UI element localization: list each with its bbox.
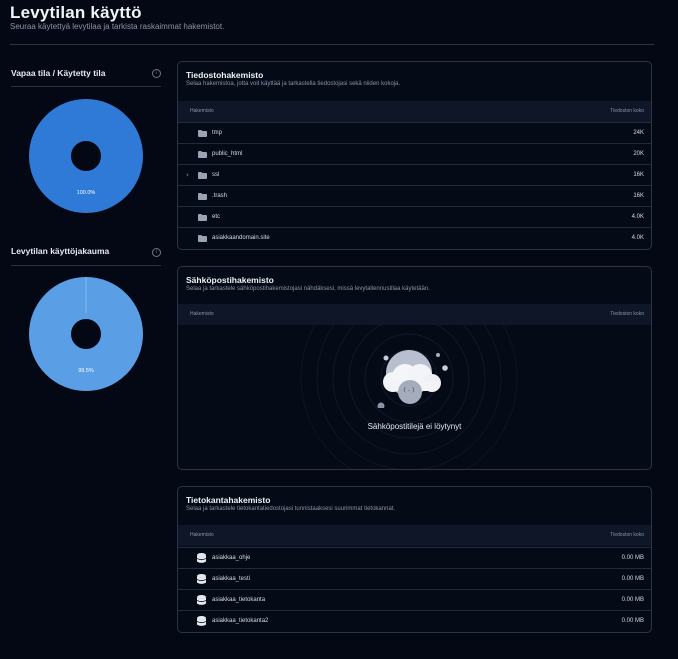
folder-icon — [198, 214, 207, 221]
cloud-empty-icon — [377, 350, 448, 408]
directory-name: tmp — [212, 130, 223, 136]
database-name: asiakkaa_tietokanta2 — [212, 618, 269, 624]
database-name: asiakkaa_ohje — [212, 555, 251, 561]
distribution-title: Levytilan käyttöjakauma — [11, 246, 110, 256]
column-header-directory[interactable]: Hakemisto — [190, 311, 214, 317]
email-directory-title: Sähköpostihakemisto — [186, 275, 274, 285]
directory-name: .trash — [212, 193, 228, 199]
free-used-title: Vapaa tila / Käytetty tila — [11, 68, 106, 78]
folder-icon — [198, 130, 207, 137]
chevron-right-icon[interactable]: › — [186, 171, 189, 179]
column-header-directory[interactable]: Hakemisto — [190, 532, 214, 538]
database-directory-title: Tietokantahakemisto — [186, 495, 271, 505]
file-size: 16K — [633, 193, 644, 199]
database-table-header: Hakemisto Tiedoston koko — [178, 525, 651, 546]
directory-name: etc — [212, 214, 221, 220]
table-row[interactable]: asiakkaandomain.site 4.0K — [178, 227, 651, 249]
folder-icon — [198, 151, 207, 158]
column-header-file-size[interactable]: Tiedoston koko — [610, 311, 644, 317]
file-directory-card: Tiedostohakemisto Selaa hakemistoa, jott… — [177, 61, 652, 250]
table-row[interactable]: tmp 24K — [178, 122, 651, 144]
file-table-header: Hakemisto Tiedoston koko — [178, 101, 651, 122]
page-title: Levytilan käyttö — [10, 3, 142, 22]
free-used-percent-label: 100.0% — [76, 190, 96, 196]
info-icon[interactable]: i — [152, 69, 161, 78]
table-row[interactable]: .trash 16K — [178, 185, 651, 207]
file-directory-title: Tiedostohakemisto — [186, 70, 264, 80]
file-size: 4.0K — [631, 235, 644, 241]
distribution-percent-label: 99.5% — [78, 368, 94, 374]
file-size: 16K — [633, 172, 644, 178]
table-row[interactable]: asiakkaa_ohje 0.00 MB — [178, 547, 651, 569]
database-icon — [197, 574, 206, 584]
distribution-divider — [11, 265, 161, 266]
file-directory-subtitle: Selaa hakemistoa, jotta voit käyttää ja … — [186, 81, 401, 87]
file-size: 0.00 MB — [621, 555, 644, 561]
info-icon[interactable]: i — [152, 248, 161, 257]
table-row[interactable]: etc 4.0K — [178, 206, 651, 228]
email-directory-subtitle: Selaa ja tarkastele sähköpostihakemistoj… — [186, 286, 430, 292]
file-size: 24K — [633, 130, 644, 136]
table-row[interactable]: public_html 20K — [178, 143, 651, 165]
file-size: 0.00 MB — [621, 618, 644, 624]
page-subtitle: Seuraa käytettyä levytilaa ja tarkista r… — [10, 22, 225, 31]
folder-icon — [198, 235, 207, 242]
table-row[interactable]: › ssl 16K — [178, 164, 651, 186]
empty-face: ( - ) — [403, 387, 415, 394]
database-name: asiakkaa_tietokanta — [212, 597, 266, 603]
database-name: asiakkaa_testi — [212, 576, 251, 582]
directory-name: public_html — [212, 151, 243, 157]
email-directory-card: Sähköpostihakemisto Selaa ja tarkastele … — [177, 266, 652, 470]
database-directory-card: Tietokantahakemisto Selaa ja tarkastele … — [177, 486, 652, 633]
directory-name: asiakkaandomain.site — [212, 235, 270, 241]
column-header-directory[interactable]: Hakemisto — [190, 108, 214, 114]
empty-state-message: Sähköpostitilejä ei löytynyt — [367, 422, 462, 431]
database-icon — [197, 595, 206, 605]
table-row[interactable]: asiakkaa_testi 0.00 MB — [178, 568, 651, 590]
table-row[interactable]: asiakkaa_tietokanta2 0.00 MB — [178, 610, 651, 632]
database-icon — [197, 616, 206, 626]
file-size: 0.00 MB — [621, 576, 644, 582]
folder-icon — [198, 172, 207, 179]
file-size: 20K — [633, 151, 644, 157]
table-row[interactable]: asiakkaa_tietokanta 0.00 MB — [178, 589, 651, 611]
column-header-file-size[interactable]: Tiedoston koko — [610, 108, 644, 114]
folder-icon — [198, 193, 207, 200]
directory-name: ssl — [212, 172, 220, 178]
database-directory-subtitle: Selaa ja tarkastele tietokantatiedostoja… — [186, 506, 396, 512]
free-used-divider — [11, 86, 161, 87]
header-divider — [10, 44, 654, 45]
database-icon — [197, 553, 206, 563]
file-size: 0.00 MB — [621, 597, 644, 603]
free-used-donut-slice — [29, 99, 143, 213]
column-header-file-size[interactable]: Tiedoston koko — [610, 532, 644, 538]
file-size: 4.0K — [631, 214, 644, 220]
email-table-header: Hakemisto Tiedoston koko — [178, 304, 651, 325]
